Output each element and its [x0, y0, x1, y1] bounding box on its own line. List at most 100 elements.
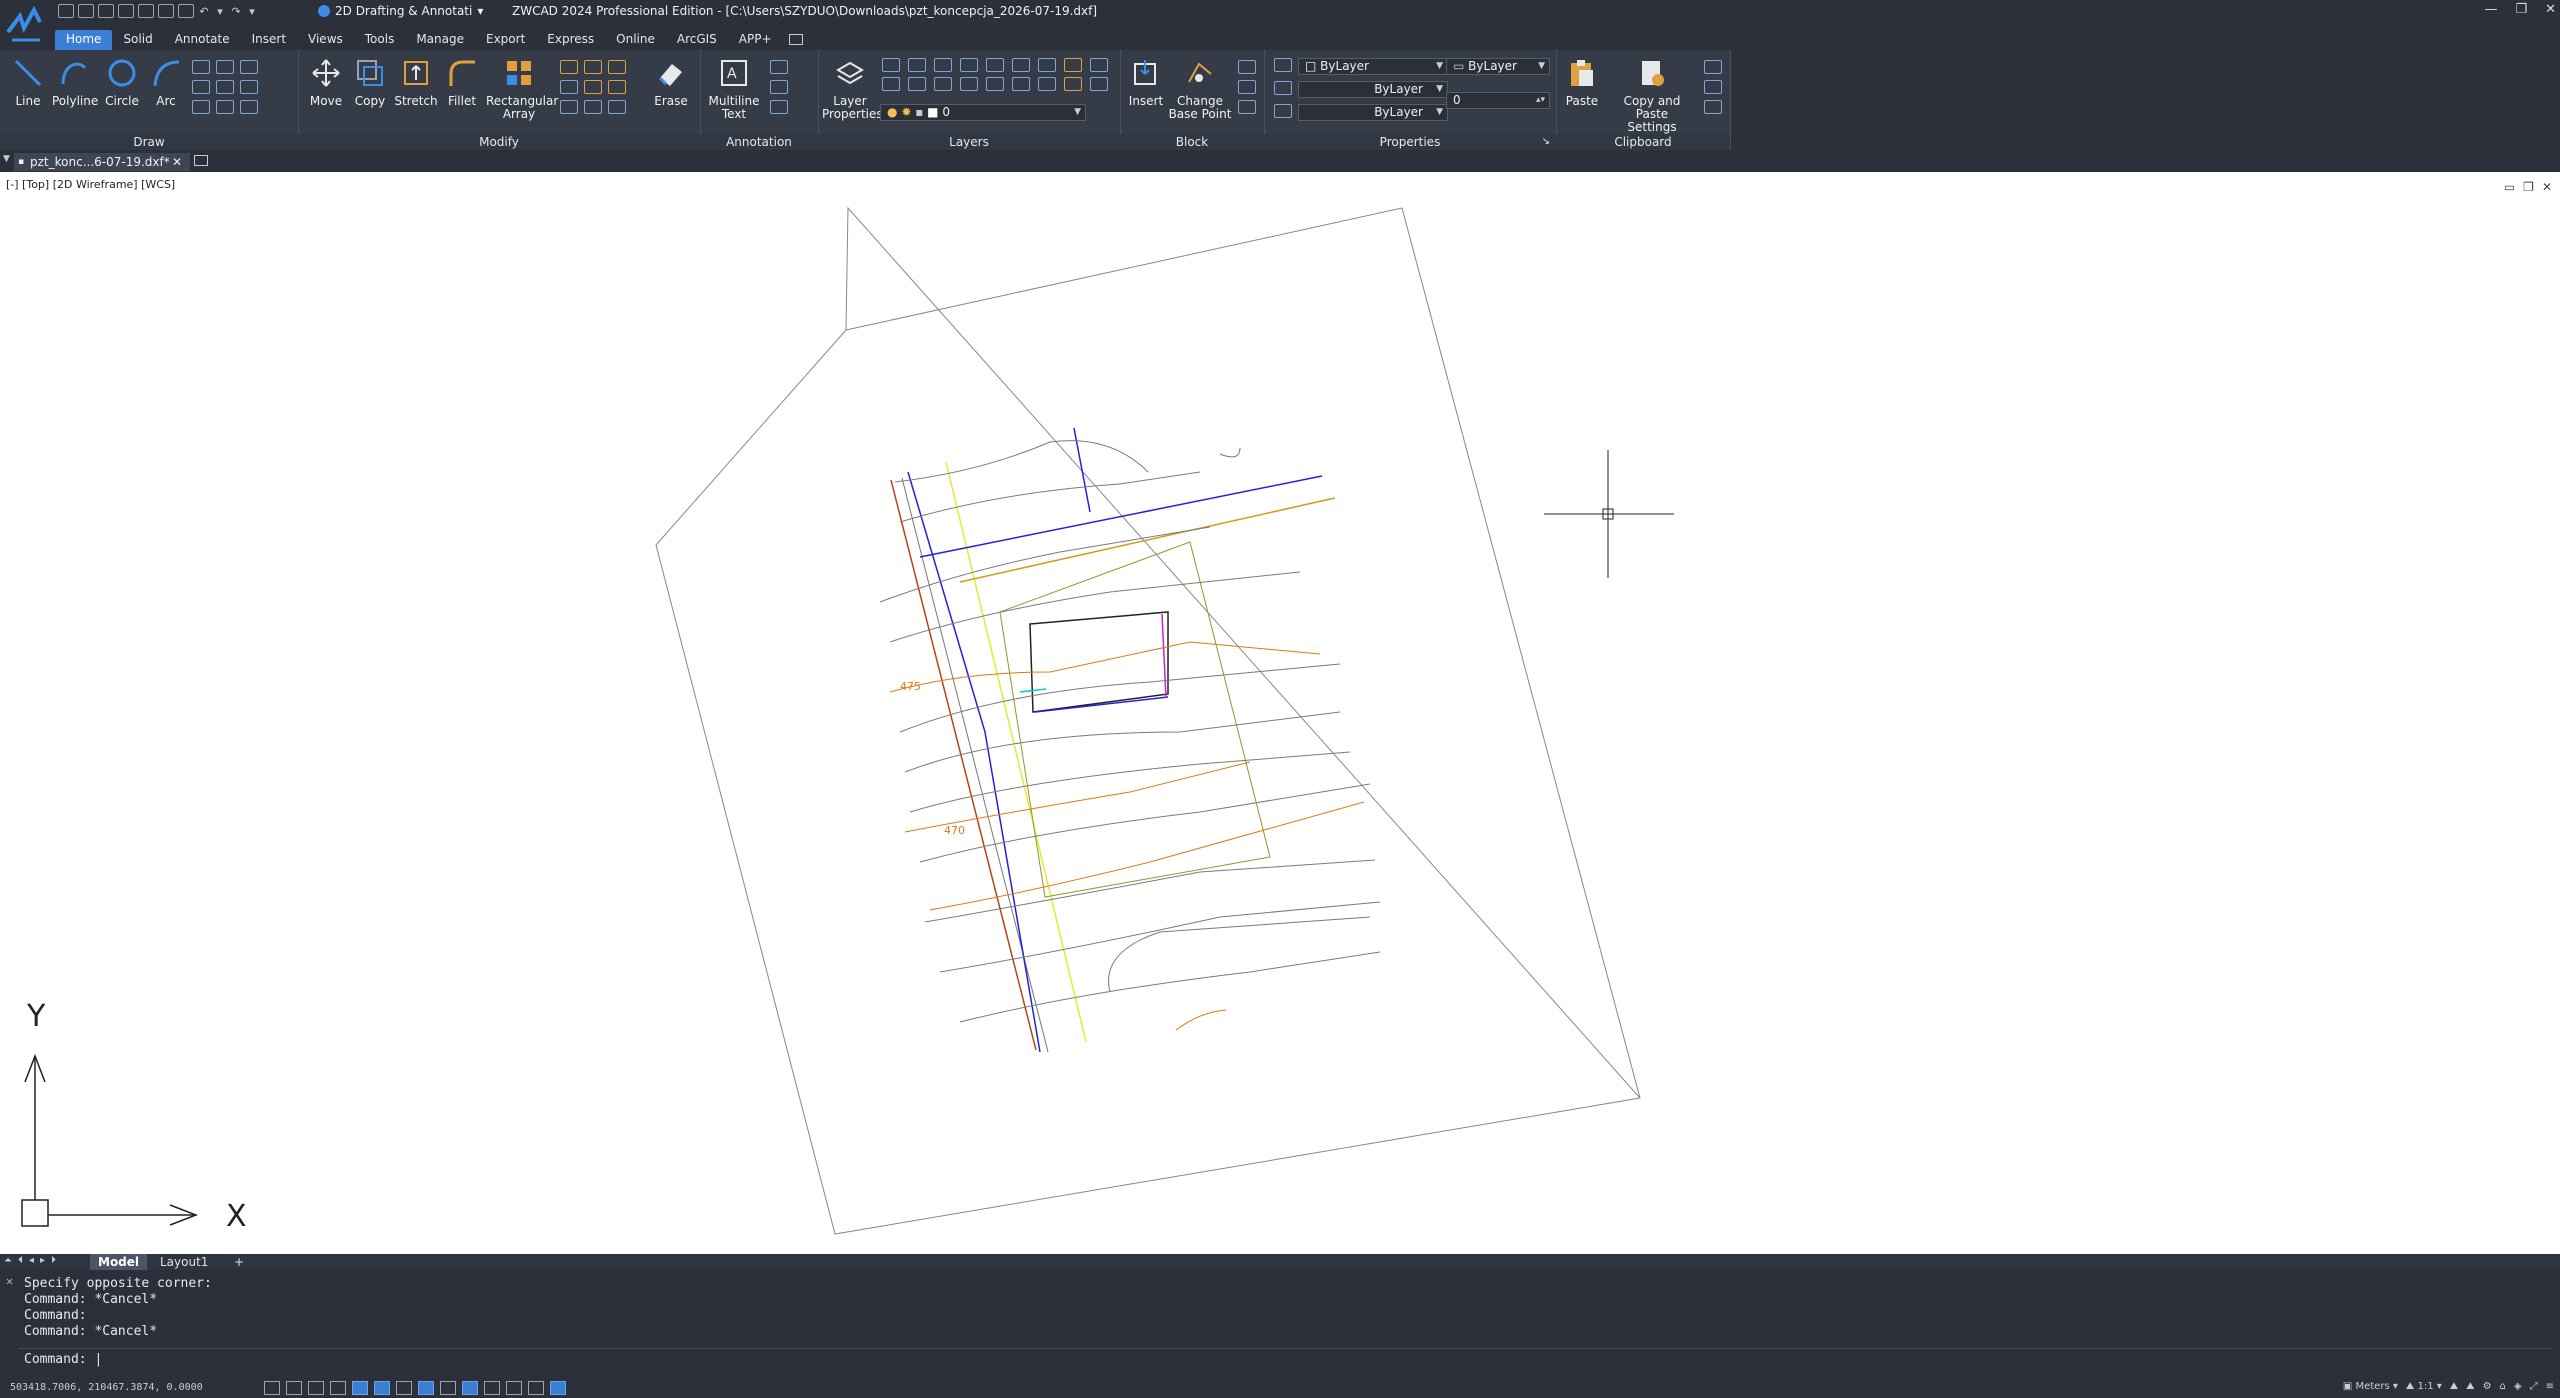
spline-icon[interactable] — [240, 60, 258, 74]
rotate-icon[interactable] — [584, 60, 602, 74]
print-icon[interactable] — [138, 4, 154, 18]
redo-icon[interactable]: ↷ — [230, 5, 242, 18]
drawing-svg[interactable]: 475 470 Y X — [0, 172, 2560, 1254]
layout-nav-arrows[interactable]: ⏶⏴◂▸⏵ — [4, 1255, 62, 1266]
layer-tool-icon[interactable] — [908, 77, 926, 91]
tab-arcgis[interactable]: ArcGIS — [666, 30, 728, 50]
close-icon[interactable]: ✕ — [6, 1274, 13, 1288]
close-tab-icon[interactable]: ✕ — [172, 153, 182, 171]
trim-icon[interactable] — [560, 60, 578, 74]
leader-icon[interactable] — [770, 80, 788, 94]
layer-tool-icon[interactable] — [986, 77, 1004, 91]
isolate-objects-icon[interactable]: ◈ — [2514, 1381, 2522, 1392]
viewport-minimize-icon[interactable]: ▭ — [2504, 180, 2515, 194]
annotation-monitor-icon[interactable] — [506, 1381, 522, 1395]
layer-tool-icon[interactable] — [960, 77, 978, 91]
polyline-button[interactable]: Polyline — [52, 58, 98, 108]
layer-tool-icon[interactable] — [1064, 58, 1082, 72]
grid-icon[interactable] — [264, 1381, 280, 1395]
rectangle-icon[interactable] — [216, 60, 234, 74]
erase-button[interactable]: Erase — [650, 58, 692, 108]
donut-icon[interactable] — [216, 100, 234, 114]
transparency-input[interactable]: 0 ▴▾ — [1446, 92, 1550, 109]
new-tab-button[interactable] — [194, 155, 208, 166]
match-properties-icon[interactable] — [1274, 58, 1292, 72]
layer-tool-icon[interactable] — [882, 77, 900, 91]
stretch-button[interactable]: Stretch — [394, 58, 438, 108]
cut-icon[interactable] — [1704, 60, 1722, 74]
clean-screen-icon[interactable]: ⤢ — [2530, 1381, 2538, 1392]
otrack-icon[interactable] — [374, 1381, 390, 1395]
layer-tool-icon[interactable] — [908, 58, 926, 72]
polar-icon[interactable] — [330, 1381, 346, 1395]
copy-button[interactable]: Copy — [350, 58, 390, 108]
command-input[interactable]: Command: | — [24, 1352, 102, 1367]
ortho-icon[interactable] — [308, 1381, 324, 1395]
properties-panel-label[interactable]: Properties ↘ — [1264, 134, 1556, 150]
undo-icon[interactable]: ↶ — [198, 5, 210, 18]
coordinates-readout[interactable]: 503418.7006, 210467.3874, 0.0000 — [10, 1382, 203, 1393]
open-file-icon[interactable] — [78, 4, 94, 18]
selection-cycling-icon[interactable] — [484, 1381, 500, 1395]
block-panel-label[interactable]: Block — [1120, 134, 1264, 150]
save-as-icon[interactable] — [118, 4, 134, 18]
panel-launcher-icon[interactable]: ↘ — [1542, 134, 1550, 150]
revision-cloud-icon[interactable] — [216, 80, 234, 94]
workspace-switch-icon[interactable]: ⚙ — [2483, 1381, 2492, 1392]
drawing-canvas[interactable]: 475 470 Y X — [0, 172, 2560, 1254]
layer-properties-button[interactable]: Layer Properties — [822, 58, 883, 121]
clipboard-panel-label[interactable]: Clipboard — [1556, 134, 1730, 150]
viewport-restore-icon[interactable]: ❐ — [2523, 180, 2534, 194]
boundary-icon[interactable] — [240, 100, 258, 114]
paste-button[interactable]: Paste — [1562, 58, 1602, 108]
layer-tool-icon[interactable] — [934, 58, 952, 72]
line-button[interactable]: Line — [8, 58, 48, 108]
lock-ui-icon[interactable]: ⌂ — [2500, 1381, 2506, 1392]
layer-tool-icon[interactable] — [986, 58, 1004, 72]
close-button[interactable]: ✕ — [2545, 2, 2556, 17]
match-properties-brush-icon[interactable] — [1704, 100, 1722, 114]
hatch-icon[interactable] — [192, 100, 210, 114]
copy-paste-settings-button[interactable]: Copy and Paste Settings — [1608, 58, 1696, 134]
model-space-icon[interactable] — [550, 1381, 566, 1395]
units-selector[interactable]: ▣ Meters ▾ — [2343, 1381, 2398, 1392]
minimize-button[interactable]: — — [2484, 2, 2497, 17]
add-layout-button[interactable]: + — [226, 1254, 252, 1270]
tab-annotate[interactable]: Annotate — [164, 30, 241, 50]
copy-clip-icon[interactable] — [1704, 80, 1722, 94]
offset-icon[interactable] — [608, 80, 626, 94]
annotation-panel-label[interactable]: Annotation — [700, 134, 818, 150]
fillet-button[interactable]: Fillet — [442, 58, 482, 108]
properties-toggle-icon[interactable] — [528, 1381, 544, 1395]
document-tab[interactable]: ▪ pzt_konc...6-07-19.dxf* ✕ — [14, 153, 190, 171]
tab-app-plus[interactable]: APP+ — [728, 30, 783, 50]
save-icon[interactable] — [98, 4, 114, 18]
tab-menu-icon[interactable]: ▼ — [3, 154, 10, 164]
layer-tool-icon[interactable] — [960, 58, 978, 72]
tab-express[interactable]: Express — [536, 30, 605, 50]
annotation-scale[interactable]: ⛰ 1:1 ▾ — [2406, 1381, 2442, 1392]
block-attribute-icon[interactable] — [1238, 100, 1256, 114]
insert-button[interactable]: Insert — [1126, 58, 1166, 108]
color-dropdown[interactable]: □ ByLayer ▼ — [1298, 58, 1448, 75]
maximize-button[interactable]: ❐ — [2515, 2, 2527, 17]
join-icon[interactable] — [560, 100, 578, 114]
annotation-visibility-icon[interactable]: ⛰ — [2450, 1381, 2458, 1392]
tab-online[interactable]: Online — [605, 30, 666, 50]
layer-tool-icon[interactable] — [1064, 77, 1082, 91]
polygon-icon[interactable] — [240, 80, 258, 94]
new-file-icon[interactable] — [58, 4, 74, 18]
customize-icon[interactable]: ≡ — [2546, 1381, 2554, 1392]
ribbon-minimize-icon[interactable] — [788, 34, 803, 45]
layer-tool-icon[interactable] — [1090, 58, 1108, 72]
dynamic-input-icon[interactable] — [418, 1381, 434, 1395]
rectangular-array-button[interactable]: Rectangular Array — [486, 58, 558, 121]
layer-dropdown[interactable]: ● ✹ ▪ ■ 0 ▼ — [880, 104, 1086, 121]
redo-dropdown-icon[interactable]: ▾ — [246, 5, 258, 18]
chamfer-icon[interactable] — [584, 100, 602, 114]
app-logo-icon[interactable] — [6, 2, 46, 46]
workspace-selector[interactable]: 2D Drafting & Annotati ▾ — [318, 2, 483, 20]
tab-export[interactable]: Export — [475, 30, 536, 50]
view-icon[interactable] — [178, 4, 194, 18]
undo-dropdown-icon[interactable]: ▾ — [214, 5, 226, 18]
